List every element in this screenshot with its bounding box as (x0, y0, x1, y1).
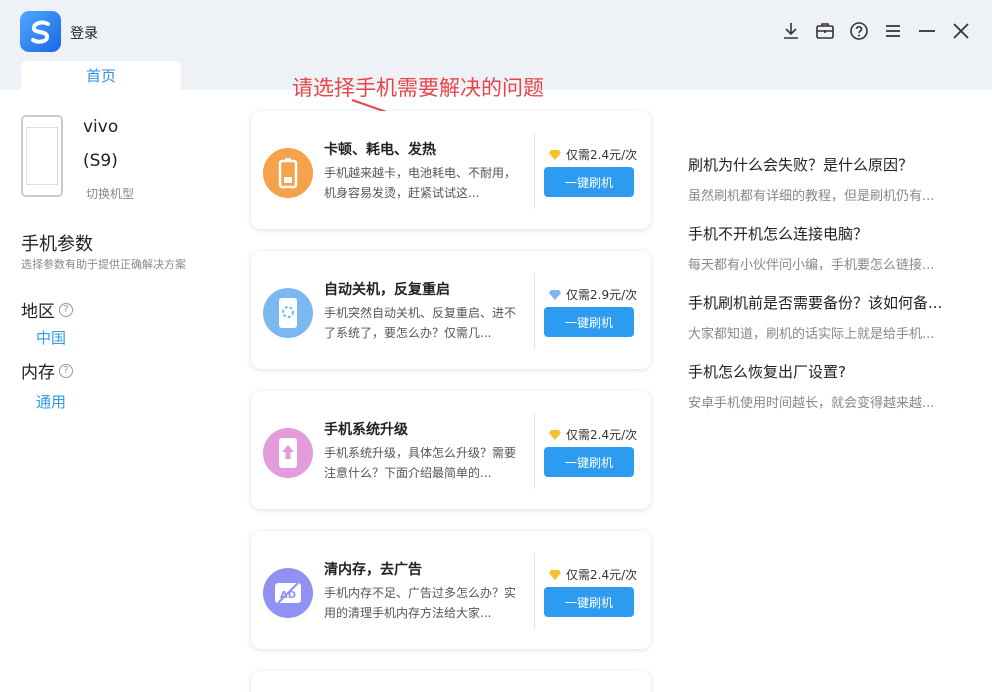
price-tag: 仅需2.4元/次 (548, 426, 637, 443)
card-divider (534, 133, 535, 209)
no-ad-icon: AD (263, 568, 313, 618)
question-icon[interactable]: ? (59, 302, 73, 317)
problem-card: 卡顿、耗电、发热 手机越来越卡，电池耗电、不耐用，机身容易发烫，赶紧试试这...… (251, 111, 651, 229)
one-click-flash-button[interactable]: 一键刷机 (544, 307, 634, 337)
card-divider (534, 553, 535, 629)
switch-model-link[interactable]: 切换机型 (86, 185, 134, 202)
region-value[interactable]: 中国 (36, 327, 66, 348)
article-item[interactable]: 手机不开机怎么连接电脑？ 每天都有小伙伴问小编，手机要怎么链接... (688, 223, 968, 273)
price-text: 仅需2.4元/次 (566, 148, 638, 162)
region-label: 地区 ? (21, 297, 73, 322)
params-title: 手机参数 (21, 234, 93, 255)
card-title: 自动关机，反复重启 (324, 282, 450, 298)
one-click-flash-button[interactable]: 一键刷机 (544, 587, 634, 617)
card-title: 卡顿、耗电、发热 (324, 142, 436, 158)
diamond-icon (549, 149, 561, 160)
memory-label-text: 内存 (21, 363, 55, 383)
card-divider (534, 413, 535, 489)
close-icon[interactable] (950, 18, 972, 44)
params-desc: 选择参数有助于提供正确解决方案 (21, 258, 186, 271)
article-title[interactable]: 手机怎么恢复出厂设置? (688, 361, 968, 382)
article-desc: 虽然刷机都有详细的教程，但是刷机仍有... (688, 189, 935, 204)
problem-card-partial (251, 671, 651, 692)
price-tag: 仅需2.4元/次 (548, 566, 637, 583)
tab-home[interactable]: 首页 (21, 61, 181, 91)
article-item[interactable]: 手机刷机前是否需要备份？该如何备... 大家都知道，刷机的话实际上就是给手机..… (688, 292, 968, 342)
price-text: 仅需2.4元/次 (566, 428, 638, 442)
restart-icon (263, 288, 313, 338)
memory-value[interactable]: 通用 (36, 391, 66, 412)
one-click-flash-button[interactable]: 一键刷机 (544, 167, 634, 197)
article-desc: 大家都知道，刷机的话实际上就是给手机... (688, 327, 935, 342)
problem-card: 手机系统升级 手机系统升级，具体怎么升级？需要注意什么？下面介绍最简单的... … (251, 391, 651, 509)
login-button[interactable]: 登录 (70, 23, 98, 43)
card-title: 清内存，去广告 (324, 562, 422, 578)
annotation-text: 请选择手机需要解决的问题 (292, 76, 544, 100)
title-bar: 登录 (0, 0, 992, 62)
device-brand: vivo (83, 117, 119, 137)
phone-image (21, 115, 63, 197)
card-desc: 手机系统升级，具体怎么升级？需要注意什么？下面介绍最简单的... (324, 446, 517, 480)
card-desc: 手机突然自动关机、反复重启、进不了系统了，要怎么办？仅需几... (324, 306, 517, 340)
article-title[interactable]: 手机不开机怎么连接电脑？ (688, 223, 968, 244)
region-label-text: 地区 (21, 302, 55, 322)
problem-card: 自动关机，反复重启 手机突然自动关机、反复重启、进不了系统了，要怎么办？仅需几.… (251, 251, 651, 369)
article-desc: 安卓手机使用时间越长，就会变得越来越... (688, 396, 935, 411)
card-title: 手机系统升级 (324, 422, 408, 438)
article-desc: 每天都有小伙伴问小编，手机要怎么链接... (688, 258, 935, 273)
menu-icon[interactable] (882, 18, 904, 44)
price-text: 仅需2.4元/次 (566, 568, 638, 582)
toolbox-icon[interactable] (814, 18, 836, 44)
upgrade-icon (263, 428, 313, 478)
app-logo (20, 11, 61, 52)
price-text: 仅需2.9元/次 (566, 288, 638, 302)
one-click-flash-button[interactable]: 一键刷机 (544, 447, 634, 477)
minimize-icon[interactable] (916, 18, 938, 44)
card-desc: 手机越来越卡，电池耗电、不耐用，机身容易发烫，赶紧试试这... (324, 166, 517, 200)
article-title[interactable]: 刷机为什么会失败？是什么原因？ (688, 154, 968, 175)
help-icon[interactable] (848, 18, 870, 44)
card-desc: 手机内存不足、广告过多怎么办？实用的清理手机内存方法给大家... (324, 586, 517, 620)
download-icon[interactable] (780, 18, 802, 44)
question-icon[interactable]: ? (59, 363, 73, 378)
price-tag: 仅需2.9元/次 (548, 286, 637, 303)
diamond-icon (549, 429, 561, 440)
article-item[interactable]: 手机怎么恢复出厂设置? 安卓手机使用时间越长，就会变得越来越... (688, 361, 968, 411)
battery-icon (263, 148, 313, 198)
device-model: (S9) (83, 151, 118, 171)
price-tag: 仅需2.4元/次 (548, 146, 637, 163)
diamond-icon (549, 289, 561, 300)
problem-card: AD 清内存，去广告 手机内存不足、广告过多怎么办？实用的清理手机内存方法给大家… (251, 531, 651, 649)
article-item[interactable]: 刷机为什么会失败？是什么原因？ 虽然刷机都有详细的教程，但是刷机仍有... (688, 154, 968, 204)
diamond-icon (549, 569, 561, 580)
article-title[interactable]: 手机刷机前是否需要备份？该如何备... (688, 292, 968, 313)
memory-label: 内存 ? (21, 358, 73, 383)
card-divider (534, 273, 535, 349)
